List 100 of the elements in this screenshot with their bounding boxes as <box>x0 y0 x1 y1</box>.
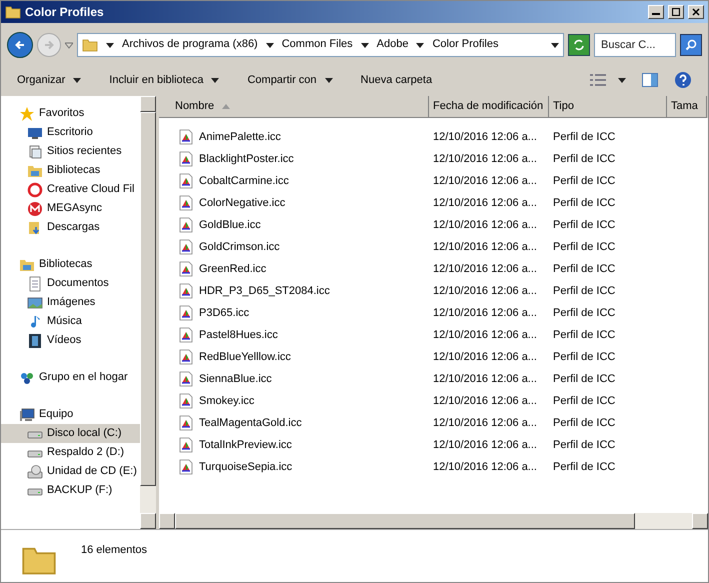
minimize-button[interactable] <box>648 4 664 19</box>
color-profile-icon <box>179 349 193 366</box>
table-cell-text: Perfil de ICC <box>552 416 616 431</box>
table-cell-text: 12/10/2016 12:06 a... <box>432 218 538 233</box>
file-name[interactable]: HDR_P3_D65_ST2084.icc <box>199 282 330 300</box>
file-name[interactable]: SiennaBlue.icc <box>199 370 272 388</box>
help-icon[interactable] <box>674 71 692 90</box>
table-cell-text: 12/10/2016 12:06 a... <box>432 460 538 475</box>
search-field[interactable]: Buscar C... <box>594 32 676 57</box>
nav-item[interactable]: Sitios recientes <box>1 142 140 162</box>
color-profile-icon <box>179 305 193 322</box>
breadcrumb-item[interactable]: Archivos de programa (x86) <box>122 36 258 53</box>
file-name[interactable]: TealMagentaGold.icc <box>199 414 302 432</box>
file-name[interactable]: RedBlueYelllow.icc <box>199 348 291 366</box>
nav-item[interactable]: Unidad de CD (E:) <box>1 462 140 482</box>
column-header[interactable]: Tipo <box>549 96 667 118</box>
breadcrumb-item[interactable]: Color Profiles <box>432 36 498 53</box>
color-profile-icon <box>179 327 193 344</box>
file-name[interactable]: BlacklightPoster.icc <box>199 150 294 168</box>
nav-item[interactable]: Escritorio <box>1 123 140 142</box>
file-name[interactable]: P3D65.icc <box>199 304 250 322</box>
file-name[interactable]: GoldBlue.icc <box>199 216 261 234</box>
close-icon <box>692 8 700 16</box>
color-profile-icon <box>179 261 193 278</box>
nav-item[interactable]: Creative Cloud Fil <box>1 180 140 200</box>
nav-item[interactable]: Favoritos <box>1 104 140 124</box>
toolbar-button[interactable]: Nueva carpeta <box>352 68 440 92</box>
table-cell-text: Perfil de ICC <box>552 262 616 277</box>
color-profile-icon <box>179 283 193 300</box>
column-header[interactable]: Nombre <box>159 96 429 118</box>
file-name[interactable]: GoldCrimson.icc <box>199 238 280 256</box>
table-cell-text: 12/10/2016 12:06 a... <box>432 196 538 211</box>
vertical-scrollbar[interactable] <box>140 96 156 529</box>
table-cell-text: Perfil de ICC <box>552 350 616 365</box>
file-name[interactable]: TurquoiseSepia.icc <box>199 458 292 476</box>
table-cell-text: Perfil de ICC <box>552 394 616 409</box>
table-cell-text: Perfil de ICC <box>552 218 616 233</box>
color-profile-icon <box>179 415 193 432</box>
cd-drive-icon <box>27 464 43 480</box>
file-name[interactable]: Smokey.icc <box>199 392 254 410</box>
nav-item[interactable]: Vídeos <box>1 331 140 350</box>
table-cell-text: 12/10/2016 12:06 a... <box>432 372 538 387</box>
table-cell-text: 12/10/2016 12:06 a... <box>432 152 538 167</box>
file-name[interactable]: CobaltCarmine.icc <box>199 172 289 190</box>
list-view-icon <box>590 74 606 86</box>
maximize-button[interactable] <box>668 4 684 19</box>
nav-item[interactable]: Grupo en el hogar <box>1 368 140 388</box>
back-button[interactable] <box>7 32 33 58</box>
breadcrumb-item[interactable]: Adobe <box>376 36 408 53</box>
forward-arrow-icon <box>43 38 55 51</box>
table-cell-text: Perfil de ICC <box>552 130 616 145</box>
nav-item[interactable]: MEGAsync <box>1 199 140 218</box>
file-name[interactable]: AnimePalette.icc <box>199 128 281 146</box>
table-cell-text: Perfil de ICC <box>552 240 616 255</box>
table-cell-text: 12/10/2016 12:06 a... <box>432 284 538 299</box>
table-cell-text: 12/10/2016 12:06 a... <box>432 262 538 277</box>
nav-item[interactable]: Equipo <box>1 405 140 424</box>
nav-item[interactable]: Documentos <box>1 274 140 294</box>
horizontal-scrollbar[interactable] <box>159 513 708 529</box>
breadcrumb-item[interactable]: Common Files <box>282 36 353 53</box>
column-header[interactable]: Tama <box>667 96 707 118</box>
refresh-button[interactable] <box>568 34 590 56</box>
caret-icon <box>416 40 424 49</box>
nav-item[interactable]: Disco local (C:) <box>1 424 140 444</box>
table-cell-text: 12/10/2016 12:06 a... <box>432 130 538 145</box>
column-header[interactable]: Fecha de modificación <box>429 96 549 118</box>
file-name[interactable]: TotalInkPreview.icc <box>199 436 292 454</box>
preview-pane-icon[interactable] <box>642 73 658 88</box>
item-count: 16 elementos <box>81 543 148 558</box>
table-cell-text: Perfil de ICC <box>552 306 616 321</box>
document-icon <box>27 276 43 292</box>
search-button[interactable] <box>680 34 702 56</box>
nav-item[interactable]: Bibliotecas <box>1 161 140 180</box>
nav-item[interactable]: Música <box>1 312 140 332</box>
toolbar-button[interactable]: Compartir con <box>239 68 341 92</box>
file-name[interactable]: Pastel8Hues.icc <box>199 326 278 344</box>
toolbar-button[interactable]: Incluir en biblioteca <box>101 68 228 92</box>
nav-item[interactable]: Bibliotecas <box>1 255 140 274</box>
color-profile-icon <box>179 195 193 212</box>
address-bar[interactable]: Archivos de programa (x86) Common Files Adobe Color Profiles <box>77 32 564 57</box>
dropdown-caret-icon <box>551 40 559 49</box>
maximize-icon <box>672 8 680 16</box>
table-cell-text: 12/10/2016 12:06 a... <box>432 438 538 453</box>
table-cell-text: Perfil de ICC <box>552 174 616 189</box>
caret-icon <box>266 40 274 49</box>
nav-item[interactable]: Imágenes <box>1 293 140 312</box>
nav-item[interactable]: Respaldo 2 (D:) <box>1 443 140 462</box>
file-name[interactable]: GreenRed.icc <box>199 260 266 278</box>
table-cell-text: Perfil de ICC <box>552 196 616 211</box>
nav-item[interactable]: Descargas <box>1 218 140 238</box>
color-profile-icon <box>179 129 193 146</box>
table-cell-text: Perfil de ICC <box>552 438 616 453</box>
color-profile-icon <box>179 437 193 454</box>
close-button[interactable] <box>688 4 704 19</box>
computer-icon <box>19 406 35 423</box>
toolbar-button[interactable]: Organizar <box>9 68 90 92</box>
sort-arrow-icon <box>222 104 230 110</box>
file-name[interactable]: ColorNegative.icc <box>199 194 286 212</box>
color-profile-icon <box>179 173 193 190</box>
nav-item[interactable]: BACKUP (F:) <box>1 481 140 500</box>
